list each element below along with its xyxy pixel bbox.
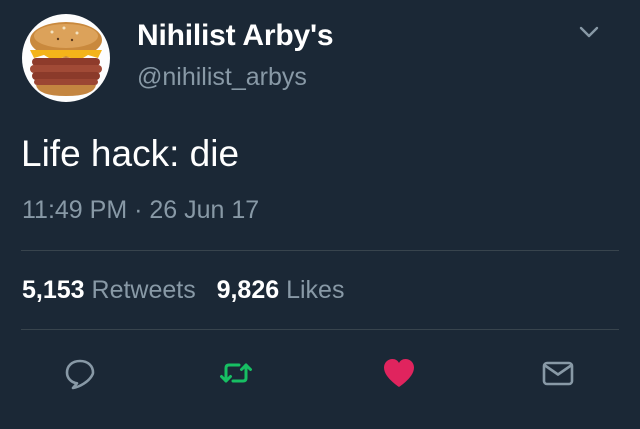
chevron-down-icon[interactable] xyxy=(577,22,601,42)
author-handle[interactable]: @nihilist_arbys xyxy=(137,61,307,93)
tweet-time: 11:49 PM xyxy=(22,196,128,224)
likes-count: 9,826 xyxy=(216,276,280,304)
retweets-label: Retweets xyxy=(91,276,196,304)
retweets-stat[interactable]: 5,153 Retweets xyxy=(22,276,196,304)
tweet-text: Life hack: die xyxy=(21,133,240,174)
heart-icon xyxy=(384,359,414,387)
like-button[interactable] xyxy=(381,355,417,391)
retweet-button[interactable] xyxy=(218,355,254,391)
meta-separator: · xyxy=(127,196,150,224)
tweet-timestamp: 11:49 PM · 26 Jun 17 xyxy=(22,194,259,226)
author-display-name[interactable]: Nihilist Arby's xyxy=(137,16,334,56)
avatar[interactable] xyxy=(22,14,110,102)
tweet-stats: 5,153 Retweets 9,826 Likes xyxy=(22,274,344,306)
likes-label: Likes xyxy=(286,276,345,304)
direct-message-button[interactable] xyxy=(540,355,576,391)
envelope-icon xyxy=(542,361,574,386)
reply-icon xyxy=(65,359,95,390)
divider xyxy=(21,329,619,330)
reply-button[interactable] xyxy=(62,355,98,391)
retweet-icon xyxy=(220,363,252,383)
retweets-count: 5,153 xyxy=(22,276,85,304)
likes-stat[interactable]: 9,826 Likes xyxy=(217,276,345,304)
tweet-date: 26 Jun 17 xyxy=(149,196,260,224)
divider xyxy=(21,250,619,251)
sandwich-avatar-image xyxy=(22,14,110,102)
